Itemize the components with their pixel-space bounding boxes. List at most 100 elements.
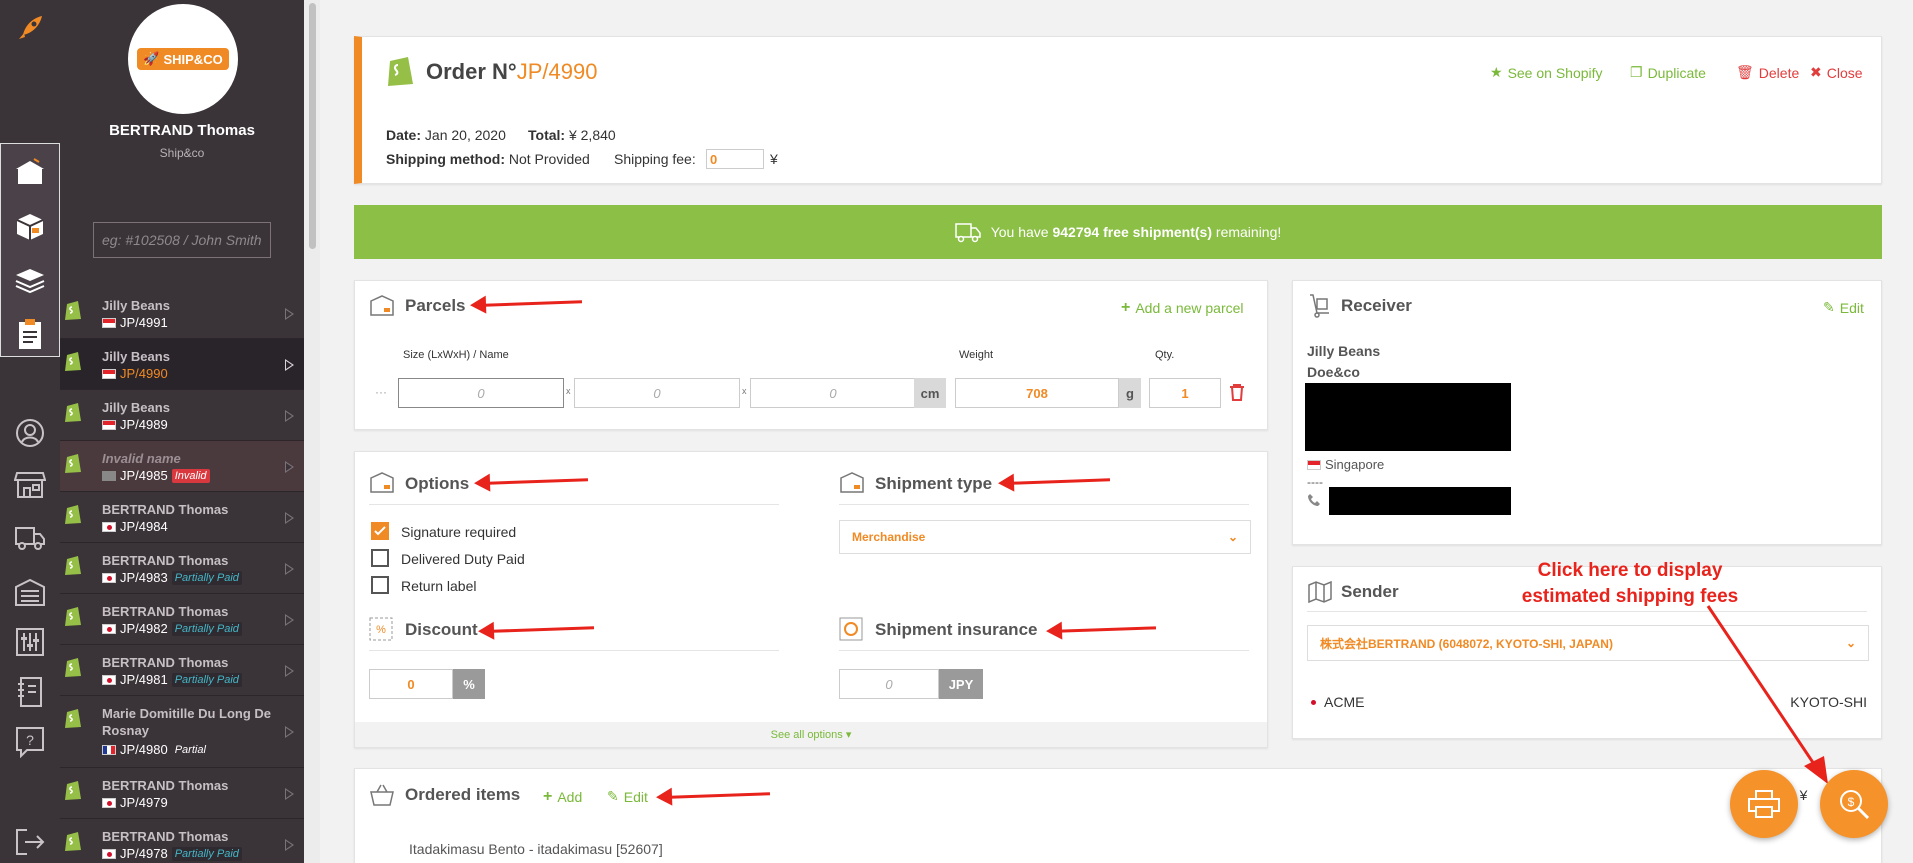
- layers-icon[interactable]: [12, 262, 48, 298]
- order-customer-name: BERTRAND Thomas: [102, 604, 229, 619]
- receiver-edit-link[interactable]: ✎ Edit: [1823, 299, 1864, 316]
- order-list-item[interactable]: Marie Domitille Du Long De Rosnay JP/4980…: [60, 696, 304, 768]
- free-shipments-banner: You have 942794 free shipment(s) remaini…: [354, 205, 1882, 259]
- order-list-item[interactable]: BERTRAND Thomas JP/4978 Partially Paid: [60, 819, 304, 863]
- shopify-icon: [65, 403, 81, 422]
- options-card: Options Signature required Delivered Dut…: [354, 451, 1268, 748]
- truck-icon[interactable]: [12, 520, 48, 556]
- signature-required-checkbox[interactable]: [371, 522, 389, 540]
- shipment-insurance-title: Shipment insurance: [875, 620, 1038, 639]
- order-status-badge: Partially Paid: [171, 672, 242, 687]
- parcel-width-input[interactable]: 0: [574, 378, 740, 408]
- order-list-item[interactable]: Invalid name JP/4985 Invalid: [60, 441, 304, 492]
- order-header-card: Order N°JP/4990 ★ See on Shopify ❐ Duplica…: [354, 36, 1882, 184]
- user-company: Ship&co: [159, 146, 205, 160]
- delete-link[interactable]: 🗑 Delete: [1736, 64, 1799, 81]
- close-link[interactable]: ✖ Close: [1810, 64, 1863, 81]
- ordered-items-title: Ordered items: [405, 785, 521, 804]
- help-icon[interactable]: ?: [12, 724, 48, 760]
- shopify-icon: [65, 607, 81, 626]
- shipping-fee-currency: ¥: [770, 151, 778, 167]
- order-total: Total: ¥ 2,840: [528, 127, 616, 143]
- order-list-item[interactable]: Jilly Beans JP/4989: [60, 390, 304, 441]
- country-flag-icon: [102, 674, 116, 685]
- parcel-icon: [370, 295, 394, 316]
- insurance-input[interactable]: 0: [839, 669, 939, 699]
- delete-parcel-icon[interactable]: [1229, 383, 1245, 401]
- duplicate-link[interactable]: ❐ Duplicate: [1630, 64, 1706, 81]
- sliders-icon[interactable]: [12, 624, 48, 660]
- search-dollar-icon: $: [1840, 790, 1870, 820]
- svg-text:$: $: [1848, 795, 1855, 809]
- clipboard-icon[interactable]: [12, 316, 48, 352]
- parcel-weight-input[interactable]: 708: [955, 378, 1119, 408]
- return-label-checkbox[interactable]: [371, 576, 389, 594]
- store-icon[interactable]: [12, 466, 48, 502]
- orders-icon[interactable]: [12, 154, 48, 190]
- shipping-fee-input[interactable]: 0: [706, 149, 764, 169]
- divider: [839, 650, 1249, 651]
- dim-separator: x: [566, 386, 571, 396]
- estimate-fees-button[interactable]: $: [1820, 770, 1888, 838]
- company-logo: 🚀 SHIP&CO: [128, 4, 238, 114]
- phone-icon: [1308, 494, 1320, 506]
- order-status-badge: Partially Paid: [171, 846, 242, 861]
- order-status-badge: Partial: [174, 743, 206, 756]
- print-button[interactable]: [1730, 770, 1798, 838]
- order-customer-name: BERTRAND Thomas: [102, 655, 229, 670]
- trash-icon: 🗑: [1736, 64, 1754, 80]
- sender-title: Sender: [1341, 582, 1399, 601]
- receiver-card: Receiver ✎ Edit Jilly Beans Doe&co Singap…: [1292, 280, 1882, 545]
- shopify-icon: [65, 556, 81, 575]
- chevron-right-icon: [285, 562, 294, 575]
- order-customer-name: Jilly Beans: [102, 400, 170, 415]
- size-column-header: Size (LxWxH) / Name: [403, 349, 509, 361]
- delivered-duty-paid-checkbox[interactable]: [371, 549, 389, 567]
- order-list-item[interactable]: Jilly Beans JP/4991: [60, 288, 304, 339]
- order-id: JP/4982 Partially Paid: [102, 621, 242, 636]
- star-icon: ★: [1490, 64, 1503, 80]
- order-search-input[interactable]: [93, 222, 271, 258]
- divider: [839, 504, 1249, 505]
- order-list-item[interactable]: BERTRAND Thomas JP/4981 Partially Paid: [60, 645, 304, 696]
- order-id: JP/4983 Partially Paid: [102, 570, 242, 585]
- pencil-icon: ✎: [1823, 299, 1835, 315]
- order-list-item[interactable]: Jilly Beans JP/4990: [60, 339, 304, 390]
- chevron-right-icon: [285, 726, 294, 738]
- logout-icon[interactable]: [12, 824, 48, 860]
- shipment-type-select[interactable]: Merchandise ⌄: [839, 520, 1251, 554]
- parcel-qty-input[interactable]: 1: [1149, 378, 1221, 408]
- banner-text: You have 942794 free shipment(s) remaini…: [990, 224, 1282, 240]
- ordered-items-card: Ordered items +Add ✎Edit tal: ¥ Itadakim…: [354, 768, 1882, 863]
- warehouse-icon[interactable]: [12, 574, 48, 610]
- see-on-shopify-link[interactable]: ★ See on Shopify: [1490, 64, 1603, 81]
- shopify-icon: [65, 658, 81, 677]
- edit-items-link[interactable]: ✎ Edit: [607, 788, 648, 805]
- order-list-item[interactable]: BERTRAND Thomas JP/4983 Partially Paid: [60, 543, 304, 594]
- percent-icon: %: [369, 617, 393, 641]
- discount-input[interactable]: 0: [369, 669, 453, 699]
- copy-icon: ❐: [1630, 64, 1643, 80]
- order-list-item[interactable]: BERTRAND Thomas JP/4982 Partially Paid: [60, 594, 304, 645]
- parcel-length-input[interactable]: 0: [398, 378, 564, 408]
- chevron-down-icon: ⌄: [1227, 530, 1238, 544]
- shopify-icon: [65, 832, 81, 851]
- drag-handle-icon[interactable]: ···: [375, 385, 387, 399]
- user-icon[interactable]: [12, 415, 48, 451]
- rocket-icon[interactable]: [12, 10, 48, 46]
- parcel-height-input[interactable]: 0: [750, 378, 916, 408]
- see-all-options-link[interactable]: See all options ▾: [355, 722, 1267, 747]
- app: ? 🚀SHIP&CO BERTRAND Thomas Ship&co Jilly…: [0, 0, 1913, 863]
- add-item-link[interactable]: + Add: [543, 788, 582, 806]
- ordered-item-row: Itadakimasu Bento - itadakimasu [52607]: [409, 841, 663, 857]
- notebook-icon[interactable]: [12, 674, 48, 710]
- order-id: JP/4981 Partially Paid: [102, 672, 242, 687]
- order-date: Date: Jan 20, 2020: [386, 127, 506, 143]
- sidebar-scrollbar-thumb[interactable]: [309, 3, 316, 249]
- order-list-item[interactable]: BERTRAND Thomas JP/4979: [60, 768, 304, 819]
- box-icon[interactable]: [12, 208, 48, 244]
- add-parcel-link[interactable]: + Add a new parcel: [1121, 299, 1244, 317]
- plus-icon: +: [1121, 299, 1131, 316]
- dim-unit: cm: [914, 378, 946, 408]
- order-list-item[interactable]: BERTRAND Thomas JP/4984: [60, 492, 304, 543]
